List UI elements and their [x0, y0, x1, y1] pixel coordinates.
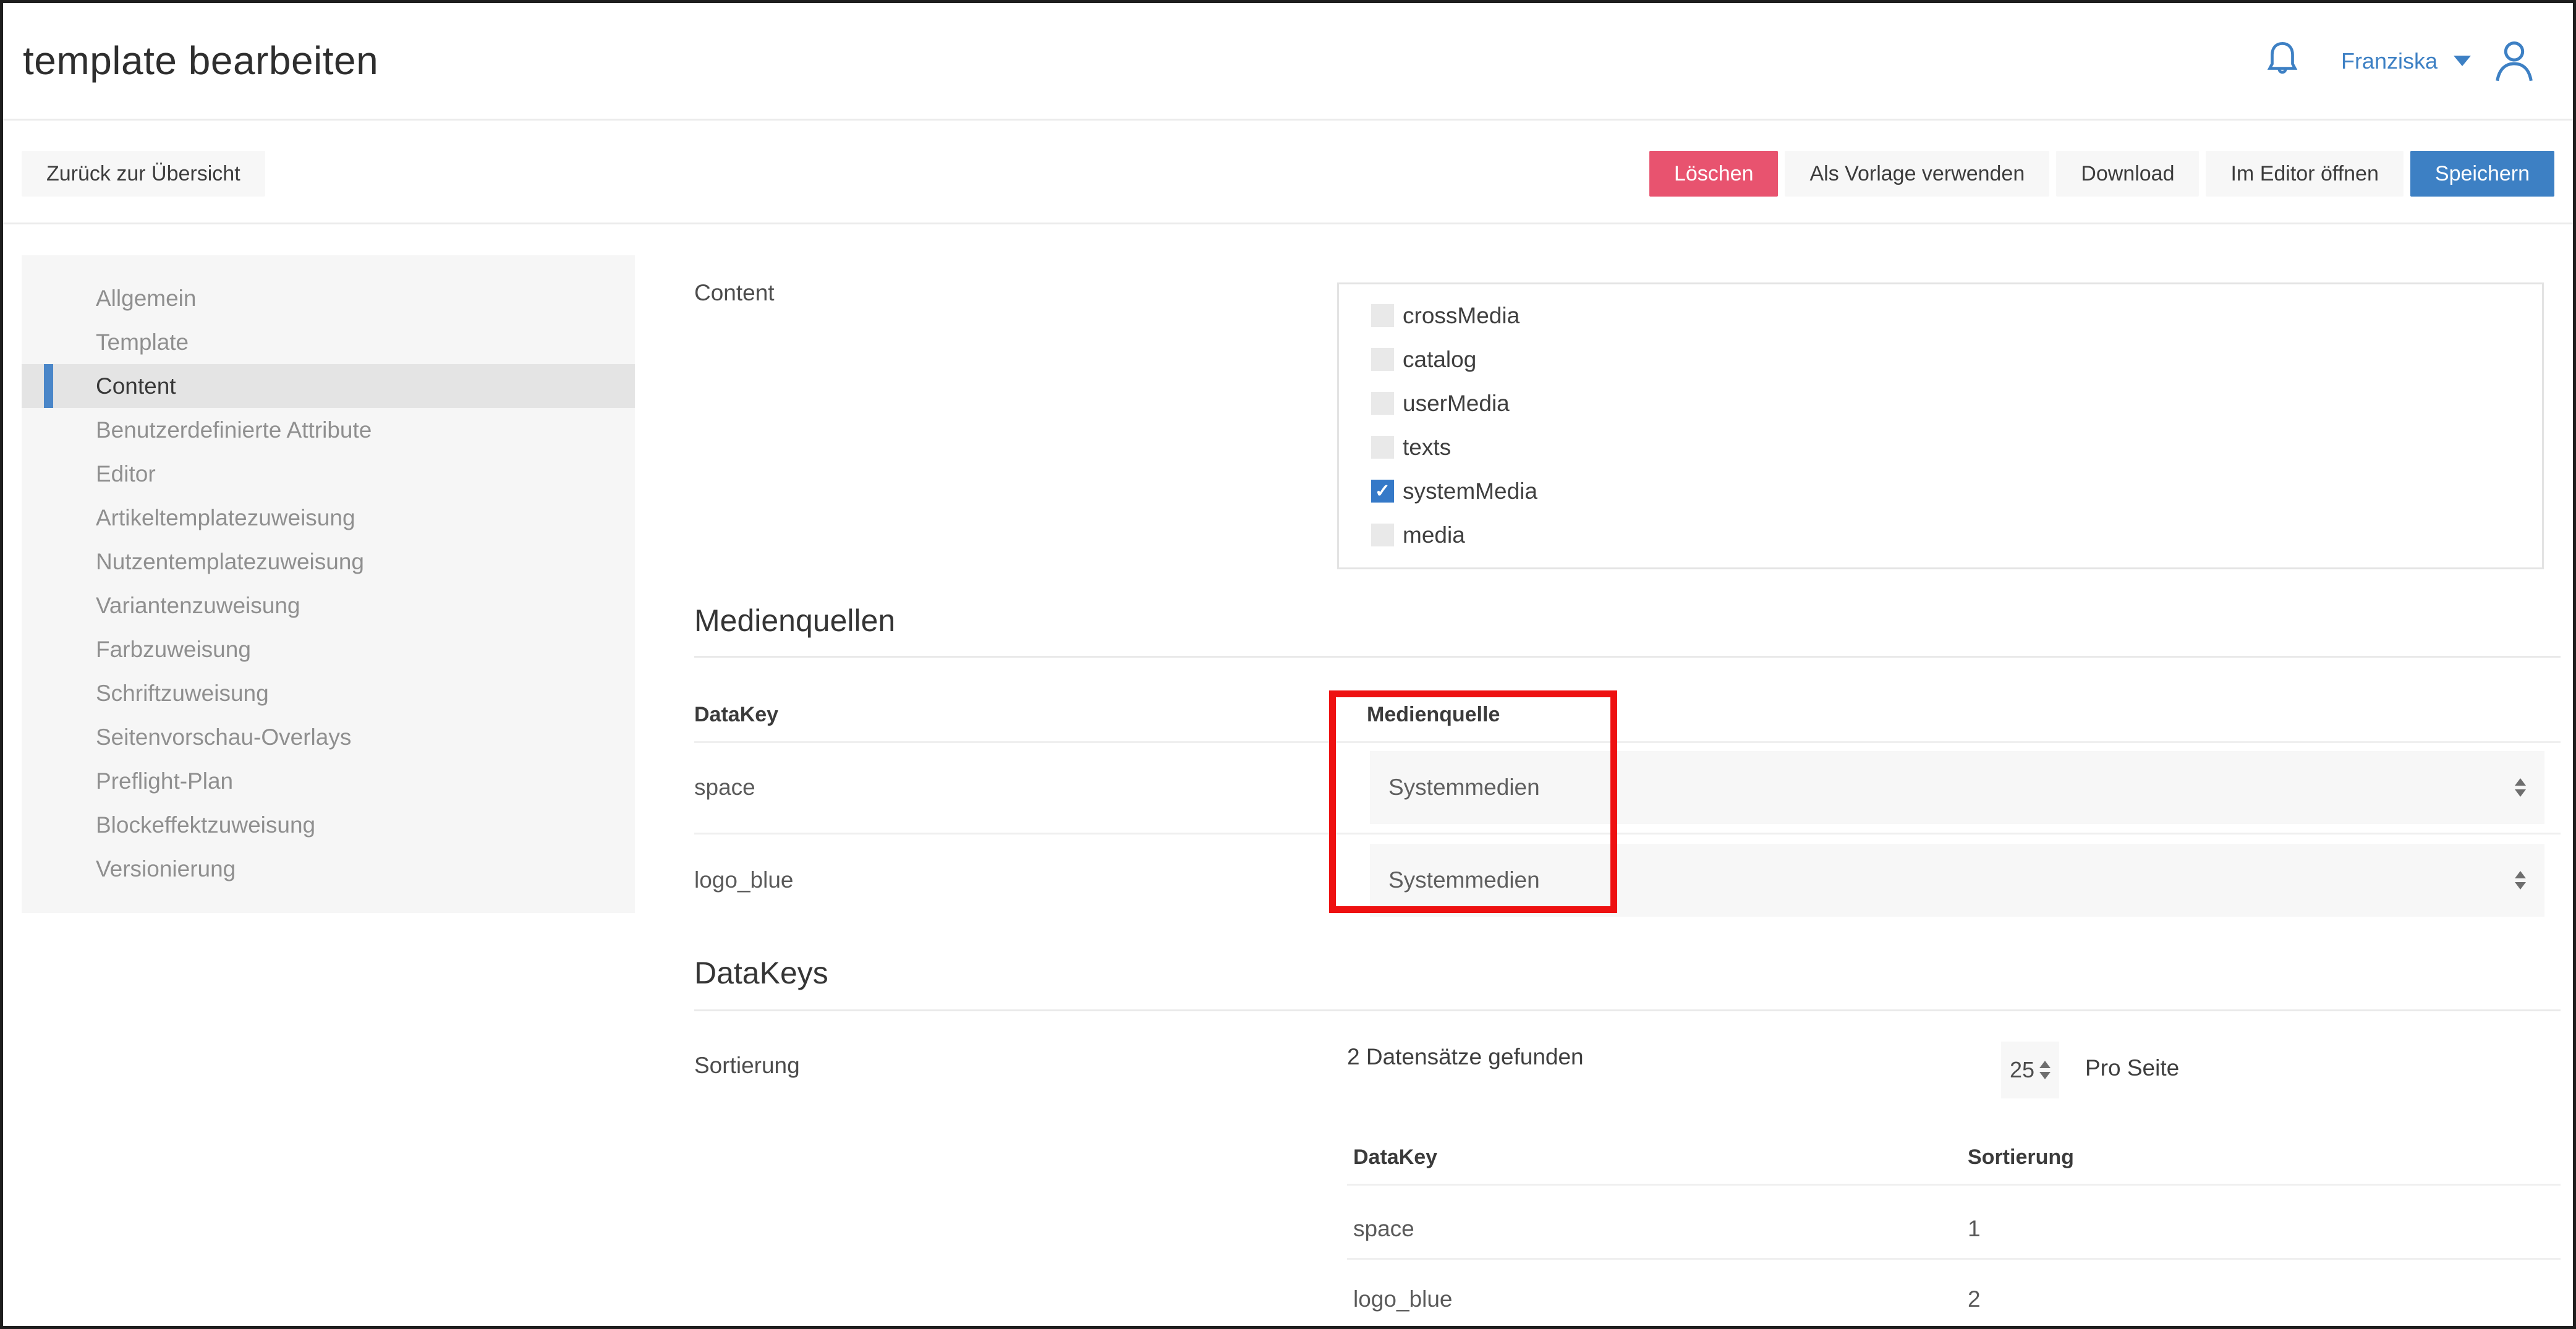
column-header-datakey: DataKey	[694, 703, 778, 727]
checkbox-option-catalog[interactable]: catalog	[1339, 338, 2542, 381]
notifications-button[interactable]	[2262, 38, 2303, 84]
sidebar-item-label: Variantenzuweisung	[96, 593, 300, 618]
sidebar-item-label: Blockeffektzuweisung	[96, 812, 315, 838]
sidebar-item-label: Nutzentemplatezuweisung	[96, 549, 364, 574]
sidebar-item-label: Preflight-Plan	[96, 768, 233, 794]
divider	[694, 1009, 2561, 1011]
sidebar-item-editor[interactable]: Editor	[22, 452, 635, 496]
medienquelle-select-space[interactable]: Systemmedien	[1370, 751, 2544, 824]
checkbox-label: catalog	[1403, 347, 1476, 373]
user-icon	[2489, 36, 2539, 86]
result-count: 2 Datensätze gefunden	[1347, 1044, 1584, 1070]
content-options-panel: crossMedia catalog userMedia texts syste…	[1337, 282, 2544, 569]
divider	[694, 741, 2561, 743]
column-header-medienquelle: Medienquelle	[1367, 703, 1500, 727]
sidebar-item-label: Schriftzuweisung	[96, 681, 269, 706]
sidebar-item-label: Benutzerdefinierte Attribute	[96, 417, 372, 443]
content-field-label: Content	[694, 280, 775, 306]
checkbox[interactable]	[1371, 392, 1394, 415]
select-value: 25	[2010, 1057, 2034, 1083]
sidebar-item-blockeffektzuweisung[interactable]: Blockeffektzuweisung	[22, 803, 635, 847]
toolbar: Zurück zur Übersicht Löschen Als Vorlage…	[3, 122, 2573, 224]
datakeys-heading: DataKeys	[694, 955, 828, 991]
toolbar-actions: Löschen Als Vorlage verwenden Download I…	[1649, 151, 2554, 197]
select-value: Systemmedien	[1388, 775, 1540, 800]
sidebar-item-label: Farbzuweisung	[96, 637, 251, 662]
select-spinner-icon	[2039, 1061, 2051, 1079]
sortierung-cell: 2	[1968, 1286, 1981, 1312]
bell-icon	[2262, 38, 2303, 84]
sidebar: Allgemein Template Content Benutzerdefin…	[22, 255, 635, 913]
header-right: Franziska	[2262, 3, 2539, 119]
sidebar-item-label: Template	[96, 329, 189, 355]
download-button[interactable]: Download	[2056, 151, 2199, 197]
sidebar-item-content[interactable]: Content	[22, 364, 635, 408]
checkbox-label: userMedia	[1403, 391, 1510, 417]
checkbox-option-media[interactable]: media	[1339, 513, 2542, 557]
divider	[694, 833, 2561, 834]
select-value: Systemmedien	[1388, 867, 1540, 893]
sidebar-item-nutzentemplatezuweisung[interactable]: Nutzentemplatezuweisung	[22, 540, 635, 584]
select-spinner-icon	[2515, 778, 2526, 797]
open-in-editor-button[interactable]: Im Editor öffnen	[2206, 151, 2403, 197]
datakey-cell: logo_blue	[694, 867, 793, 893]
sidebar-item-versionierung[interactable]: Versionierung	[22, 847, 635, 891]
sidebar-item-allgemein[interactable]: Allgemein	[22, 276, 635, 320]
sidebar-item-label: Seitenvorschau-Overlays	[96, 724, 351, 750]
sidebar-item-schriftzuweisung[interactable]: Schriftzuweisung	[22, 671, 635, 715]
select-spinner-icon	[2515, 871, 2526, 890]
column-header-datakey: DataKey	[1353, 1145, 1437, 1170]
header: template bearbeiten Franziska	[3, 3, 2573, 121]
checkbox[interactable]	[1371, 480, 1394, 503]
column-header-sortierung: Sortierung	[1968, 1145, 2074, 1170]
divider	[694, 656, 2561, 658]
checkbox-label: crossMedia	[1403, 303, 1520, 329]
checkbox[interactable]	[1371, 436, 1394, 459]
sidebar-item-label: Content	[96, 373, 176, 399]
sidebar-item-farbzuweisung[interactable]: Farbzuweisung	[22, 627, 635, 671]
sidebar-item-label: Allgemein	[96, 286, 196, 311]
divider	[1347, 1258, 2561, 1260]
sidebar-item-label: Artikeltemplatezuweisung	[96, 505, 355, 530]
sidebar-item-label: Versionierung	[96, 856, 236, 881]
datakey-cell: logo_blue	[1353, 1286, 1452, 1312]
user-name[interactable]: Franziska	[2341, 48, 2438, 74]
caret-down-icon[interactable]	[2454, 56, 2471, 66]
divider	[1347, 1184, 2561, 1186]
back-to-overview-button[interactable]: Zurück zur Übersicht	[22, 151, 265, 197]
checkbox-option-crossmedia[interactable]: crossMedia	[1339, 294, 2542, 338]
sidebar-item-benutzerdefinierte-attribute[interactable]: Benutzerdefinierte Attribute	[22, 408, 635, 452]
datakey-cell: space	[694, 775, 755, 800]
checkbox-label: media	[1403, 522, 1465, 548]
sidebar-item-preflight-plan[interactable]: Preflight-Plan	[22, 759, 635, 803]
page-title: template bearbeiten	[23, 3, 378, 119]
checkbox[interactable]	[1371, 524, 1394, 546]
sortierung-cell: 1	[1968, 1216, 1981, 1242]
save-button[interactable]: Speichern	[2410, 151, 2554, 197]
page-size-select[interactable]: 25	[2001, 1042, 2059, 1098]
use-as-template-button[interactable]: Als Vorlage verwenden	[1785, 151, 2049, 197]
delete-button[interactable]: Löschen	[1649, 151, 1779, 197]
checkbox-option-texts[interactable]: texts	[1339, 425, 2542, 469]
template-edit-page: template bearbeiten Franziska Zurück zur…	[0, 0, 2576, 1329]
checkbox-label: texts	[1403, 435, 1451, 461]
medienquelle-select-logo-blue[interactable]: Systemmedien	[1370, 844, 2544, 917]
sidebar-item-variantenzuweisung[interactable]: Variantenzuweisung	[22, 584, 635, 627]
checkbox[interactable]	[1371, 348, 1394, 371]
user-menu-button[interactable]	[2489, 36, 2539, 86]
sortierung-field-label: Sortierung	[694, 1053, 800, 1079]
sidebar-item-label: Editor	[96, 461, 156, 486]
per-page-label: Pro Seite	[2085, 1055, 2179, 1081]
sidebar-item-template[interactable]: Template	[22, 320, 635, 364]
checkbox[interactable]	[1371, 304, 1394, 327]
checkbox-label: systemMedia	[1403, 478, 1537, 504]
sidebar-item-seitenvorschau-overlays[interactable]: Seitenvorschau-Overlays	[22, 715, 635, 759]
checkbox-option-usermedia[interactable]: userMedia	[1339, 381, 2542, 425]
medienquellen-heading: Medienquellen	[694, 603, 895, 639]
checkbox-option-systemmedia[interactable]: systemMedia	[1339, 469, 2542, 513]
datakey-cell: space	[1353, 1216, 1414, 1242]
sidebar-item-artikeltemplatezuweisung[interactable]: Artikeltemplatezuweisung	[22, 496, 635, 540]
